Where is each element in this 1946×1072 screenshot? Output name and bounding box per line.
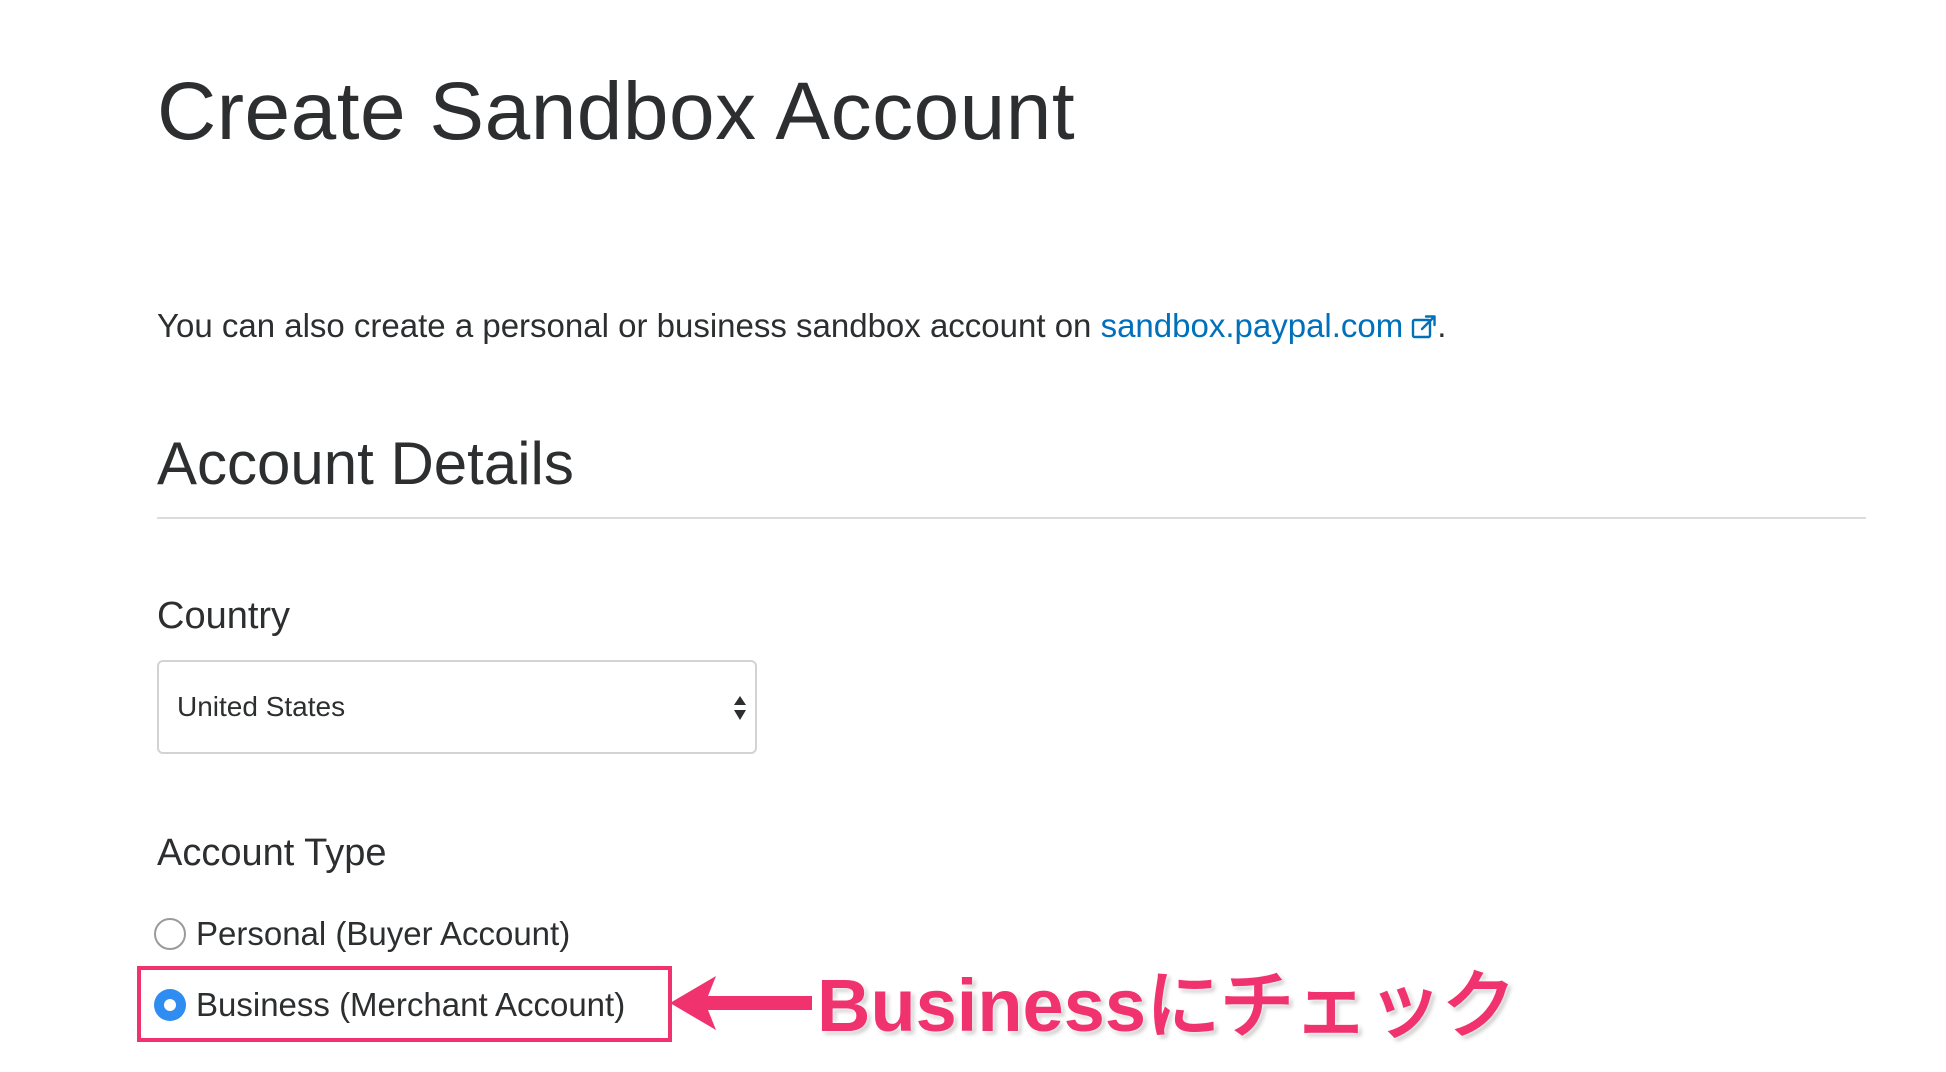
country-label: Country [157, 595, 291, 637]
annotation-arrow-icon [670, 976, 812, 1030]
external-link-icon [1412, 315, 1436, 339]
sandbox-paypal-link[interactable]: sandbox.paypal.com [1101, 307, 1438, 344]
account-type-label: Account Type [157, 832, 387, 874]
sandbox-paypal-link-label: sandbox.paypal.com [1100, 307, 1404, 344]
intro-trailing: . [1437, 307, 1447, 344]
intro-text: You can also create a personal or busine… [157, 307, 1101, 344]
section-divider [157, 517, 1866, 519]
account-details-title: Account Details [157, 430, 574, 497]
country-select[interactable]: United States [157, 660, 757, 754]
select-arrows-icon [734, 696, 746, 720]
radio-personal-label: Personal (Buyer Account) [196, 915, 571, 952]
radio-personal-circle[interactable] [154, 918, 186, 950]
annotation-highlight-box [137, 966, 672, 1042]
annotation-label: Businessにチェック [817, 964, 1517, 1047]
page-title: Create Sandbox Account [157, 66, 1076, 157]
intro-paragraph: You can also create a personal or busine… [157, 304, 1446, 348]
country-select-value: United States [177, 691, 346, 722]
